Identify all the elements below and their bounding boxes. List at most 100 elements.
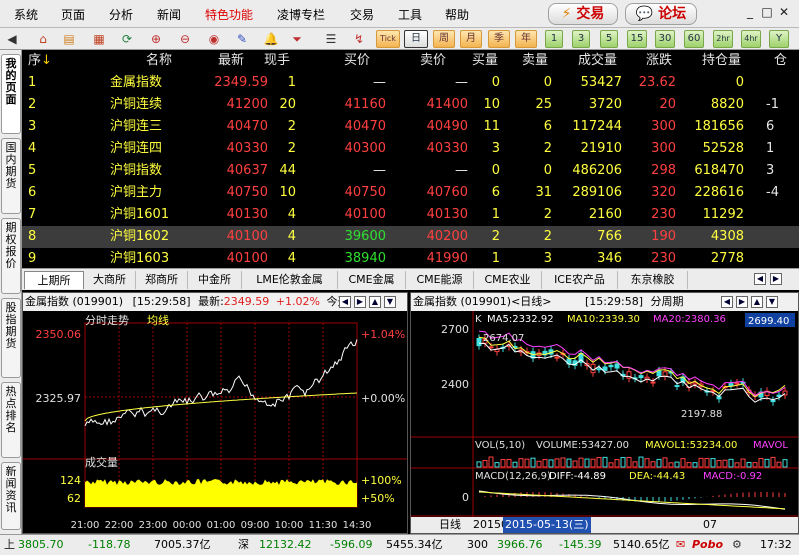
minimize-icon[interactable]: _ <box>743 5 757 19</box>
menu-lingbo-column[interactable]: 凌博专栏 <box>277 6 325 23</box>
column-header-seq[interactable]: 序↓ <box>28 50 52 72</box>
period-custom-button[interactable]: Y <box>769 30 789 48</box>
refresh-icon[interactable]: ⟳ <box>118 30 136 48</box>
tab-index-futures[interactable]: 股指期货 <box>1 298 21 378</box>
news-icon[interactable]: ▦ <box>90 30 108 48</box>
quote-row[interactable]: 2 沪铜连续 41200 20 41160 41400 10 25 3720 20 8820 -1 <box>22 94 799 116</box>
column-header-ask[interactable]: 卖价 <box>420 50 446 72</box>
zoom-in-icon[interactable]: ⊕ <box>147 30 165 48</box>
period-30m-button[interactable]: 30 <box>655 30 675 48</box>
intraday-up-icon[interactable]: ▲ <box>369 296 381 308</box>
maximize-icon[interactable]: □ <box>760 5 774 19</box>
kline-volume-bar <box>752 462 758 468</box>
close-icon[interactable]: ✕ <box>777 5 791 19</box>
menu-help[interactable]: 帮助 <box>445 6 469 23</box>
menu-analysis[interactable]: 分析 <box>109 6 133 23</box>
tab-domestic-futures[interactable]: 国内期货 <box>1 138 21 214</box>
column-header-volume[interactable]: 成交量 <box>578 50 617 72</box>
column-header-change[interactable]: 涨跌 <box>646 50 672 72</box>
forum-button[interactable]: 💬 论坛 <box>625 3 697 25</box>
period-day-button[interactable]: 日 <box>404 30 428 48</box>
kline-period-tab[interactable]: 日线 <box>439 517 461 533</box>
menu-news[interactable]: 新闻 <box>157 6 181 23</box>
status-idx1-amount: 7005.37亿 <box>154 538 211 551</box>
tab-cffex[interactable]: 中金所 <box>188 271 242 289</box>
quote-row[interactable]: 1 金属指数 2349.59 1 — — 0 0 53427 23.62 0 <box>22 72 799 94</box>
tab-shfe[interactable]: 上期所 <box>24 271 84 289</box>
period-1m-button[interactable]: 1 <box>545 30 563 48</box>
period-15m-button[interactable]: 15 <box>627 30 647 48</box>
kline-prev-icon[interactable]: ◀ <box>721 296 733 308</box>
column-header-last[interactable]: 最新 <box>218 50 244 72</box>
quote-cell-name: 沪铜1601 <box>110 207 170 222</box>
quote-row[interactable]: 5 沪铜指数 40637 44 — — 0 0 486206 298 618470 3 <box>22 160 799 182</box>
intraday-last-value: 2349.59 <box>223 295 270 308</box>
list-view-icon[interactable]: ☰ <box>322 30 340 48</box>
period-4hr-button[interactable]: 4hr <box>741 30 761 48</box>
quote-row[interactable]: 3 沪铜连三 40470 2 40470 40490 11 6 117244 300 181656 6 <box>22 116 799 138</box>
column-header-oi[interactable]: 持仓量 <box>702 50 741 72</box>
tick-button[interactable]: Tick <box>376 30 400 48</box>
zoom-out-icon[interactable]: ⊖ <box>176 30 194 48</box>
menu-tools[interactable]: 工具 <box>398 6 422 23</box>
period-quarter-button[interactable]: 季 <box>488 30 510 48</box>
tab-cme-energy[interactable]: CME能源 <box>406 271 474 289</box>
quote-row[interactable]: 4 沪铜连四 40330 2 40300 40330 3 2 21910 300 52528 1 <box>22 138 799 160</box>
quote-row[interactable]: 9 沪铜1603 40100 4 38940 41990 1 3 346 230 2778 <box>22 248 799 268</box>
tab-options-quotes[interactable]: 期权报价 <box>1 218 21 294</box>
tab-czce[interactable]: 郑商所 <box>136 271 188 289</box>
period-60m-button[interactable]: 60 <box>684 30 704 48</box>
tab-tokyo-rubber[interactable]: 东京橡胶 <box>618 271 688 289</box>
tab-lme-metals[interactable]: LME伦敦金属 <box>242 271 338 289</box>
back-arrow-icon[interactable]: ◀ <box>3 30 21 48</box>
tab-hot-ranking[interactable]: 热点排名 <box>1 382 21 458</box>
menu-bar: 系统 页面 分析 新闻 特色功能 凌博专栏 交易 工具 帮助 ⚡ 交易 💬 论坛… <box>0 0 799 28</box>
status-mail-icon[interactable]: ✉ <box>676 535 685 555</box>
column-header-bid-vol[interactable]: 买量 <box>472 50 498 72</box>
period-5m-button[interactable]: 5 <box>600 30 618 48</box>
menu-system[interactable]: 系统 <box>14 6 38 23</box>
intraday-prev-icon[interactable]: ◀ <box>339 296 351 308</box>
bell-icon[interactable]: 🔔 <box>262 30 280 48</box>
home-icon[interactable]: ⌂ <box>34 30 52 48</box>
tab-dce[interactable]: 大商所 <box>84 271 136 289</box>
tab-my-pages[interactable]: 我的页面 <box>1 54 21 134</box>
column-header-hand[interactable]: 现手 <box>264 50 290 72</box>
marker-icon[interactable]: ◉ <box>205 30 223 48</box>
kline-up-icon[interactable]: ▲ <box>751 296 763 308</box>
tab-scroll-right-icon[interactable]: ▶ <box>770 273 782 285</box>
period-3m-button[interactable]: 3 <box>572 30 590 48</box>
intraday-down-icon[interactable]: ▼ <box>384 296 396 308</box>
tab-cme-agri[interactable]: CME农业 <box>474 271 542 289</box>
period-week-button[interactable]: 周 <box>433 30 455 48</box>
column-header-bid[interactable]: 买价 <box>344 50 370 72</box>
status-settings-icon[interactable]: ⚙ <box>732 535 742 555</box>
quote-row[interactable]: 6 沪铜主力 40750 10 40750 40760 6 31 289106 320 228616… <box>22 182 799 204</box>
intraday-next-icon[interactable]: ▶ <box>354 296 366 308</box>
filter-icon[interactable]: ⏷ <box>288 30 306 48</box>
menu-features[interactable]: 特色功能 <box>205 6 253 23</box>
kline-volume-bar <box>512 461 518 468</box>
menu-page[interactable]: 页面 <box>61 6 85 23</box>
kline-next-icon[interactable]: ▶ <box>736 296 748 308</box>
period-2hr-button[interactable]: 2hr <box>713 30 733 48</box>
column-header-extra[interactable]: 仓 <box>774 50 787 72</box>
tab-scroll-left-icon[interactable]: ◀ <box>754 273 766 285</box>
quote-row[interactable]: 7 沪铜1601 40130 4 40100 40130 1 2 2160 230 11292 <box>22 204 799 226</box>
period-month-button[interactable]: 月 <box>460 30 482 48</box>
tab-ice-agri[interactable]: ICE农产品 <box>542 271 618 289</box>
quote-cell-vol: 117244 <box>572 119 622 134</box>
column-header-ask-vol[interactable]: 卖量 <box>522 50 548 72</box>
tab-cme-metals[interactable]: CME金属 <box>338 271 406 289</box>
line-chart-icon[interactable]: ↯ <box>350 30 368 48</box>
period-year-button[interactable]: 年 <box>515 30 537 48</box>
kline-down-icon[interactable]: ▼ <box>766 296 778 308</box>
kline-candle <box>692 382 698 385</box>
quote-row[interactable]: 8 沪铜1602 40100 4 39600 40200 2 2 766 190 4308 <box>22 226 799 248</box>
menu-trade[interactable]: 交易 <box>350 6 374 23</box>
tab-news-info[interactable]: 新闻资讯 <box>1 462 21 530</box>
trade-button[interactable]: ⚡ 交易 <box>548 3 618 25</box>
folder-icon[interactable]: ▤ <box>60 30 78 48</box>
pen-icon[interactable]: ✎ <box>233 30 251 48</box>
column-header-name[interactable]: 名称 <box>146 50 172 72</box>
